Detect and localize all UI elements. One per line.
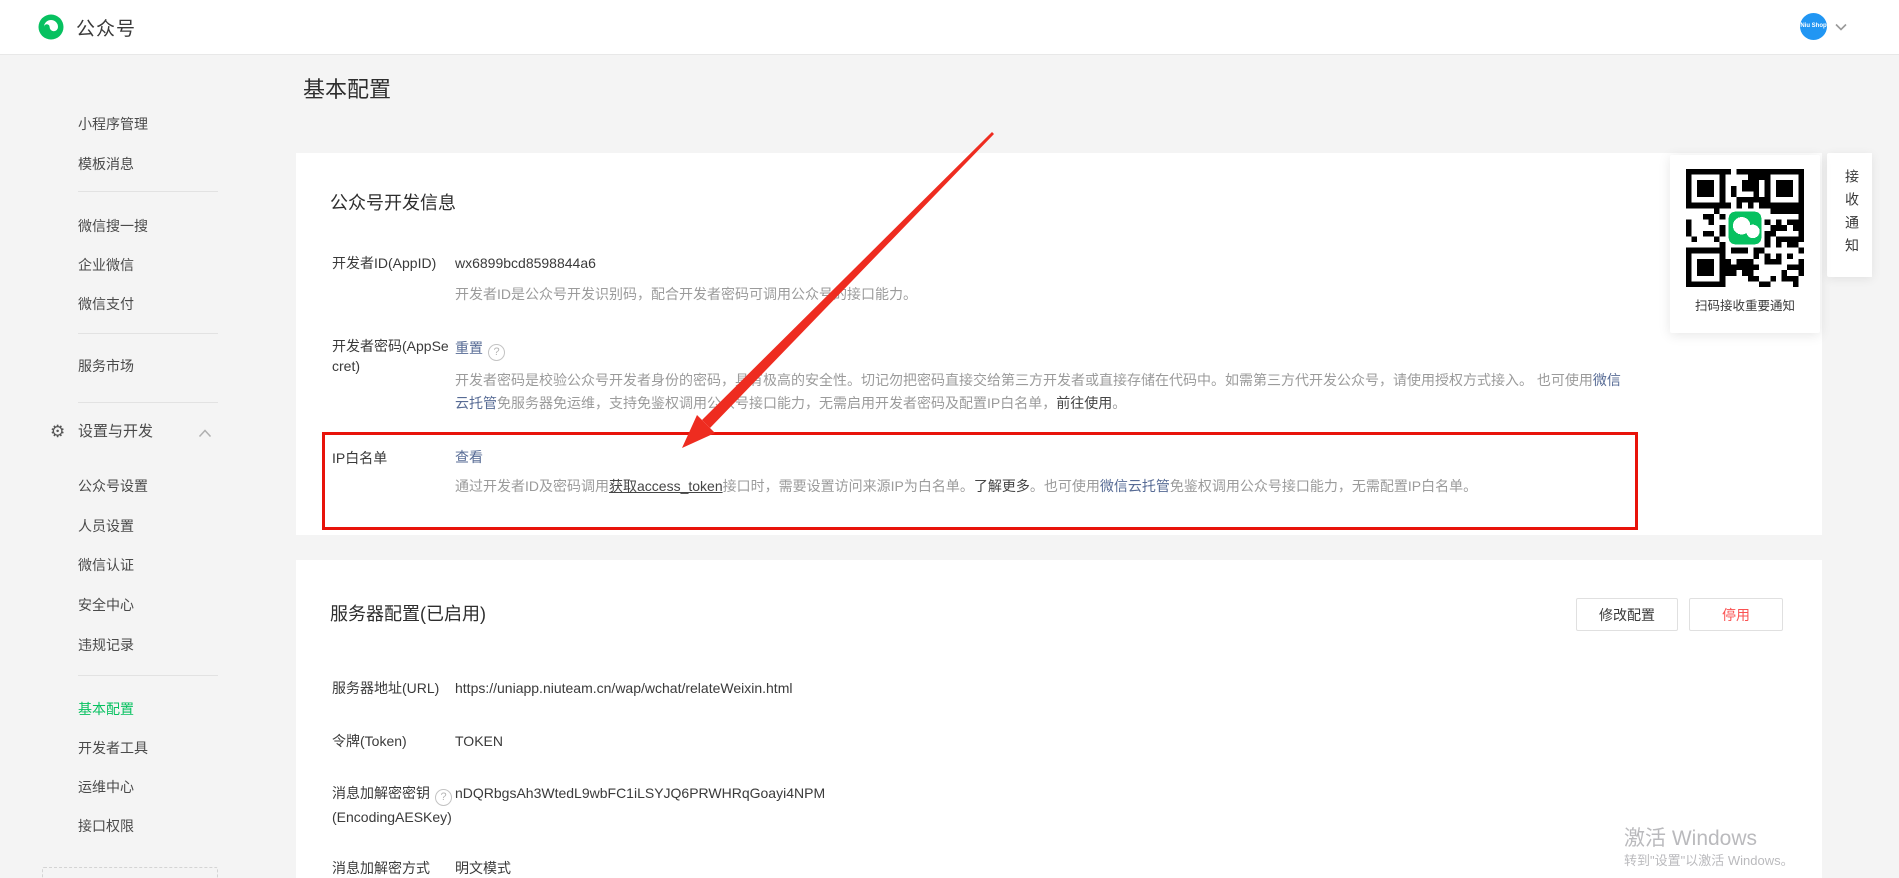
sidebar-item-dev-tools[interactable]: 开发者工具	[78, 738, 148, 758]
appsecret-desc-text2: 免服务器免运维，支持免鉴权调用公众号接口能力，无需启用开发者密码及配置IP白名单…	[497, 395, 1056, 411]
sidebar-item-security-center[interactable]: 安全中心	[78, 595, 134, 615]
appid-label: 开发者ID(AppID)	[332, 253, 436, 273]
appid-value: wx6899bcd8598844a6	[455, 253, 596, 273]
ip-whitelist-desc: 通过开发者ID及密码调用获取access_token接口时，需要设置访问来源IP…	[455, 475, 1715, 498]
aes-key-label-text: 消息加解密密钥	[332, 785, 430, 801]
appsecret-desc-text: 开发者密码是校验公众号开发者身份的密码，具有极高的安全性。切记勿把密码直接交给第…	[455, 372, 1593, 388]
sidebar-item-service-market[interactable]: 服务市场	[78, 356, 134, 376]
help-icon[interactable]: ?	[488, 344, 505, 361]
sidebar-divider	[78, 675, 218, 676]
sidebar-item-search[interactable]: 微信搜一搜	[78, 216, 148, 236]
server-config-heading: 服务器配置(已启用)	[330, 600, 486, 626]
token-value: TOKEN	[455, 731, 503, 751]
qr-caption: 扫码接收重要通知	[1670, 295, 1820, 314]
screen: 公众号 Niu Shop 小程序管理 模板消息 微信搜一搜 企业微信 微信支付 …	[0, 0, 1899, 878]
sidebar: 小程序管理 模板消息 微信搜一搜 企业微信 微信支付 服务市场 ⚙ 设置与开发 …	[0, 54, 286, 878]
avatar[interactable]: Niu Shop	[1800, 13, 1827, 40]
wechat-mp-logo[interactable]: 公众号	[36, 12, 136, 42]
aes-key-label-line2: (EncodingAESKey)	[332, 807, 452, 827]
appid-desc: 开发者ID是公众号开发识别码，配合开发者密码可调用公众号的接口能力。	[455, 283, 917, 306]
sidebar-divider	[78, 333, 218, 334]
sidebar-item-api-permission[interactable]: 接口权限	[78, 816, 134, 836]
aes-key-value: nDQRbgsAh3WtedL9wbFC1iLSYJQ6PRWHRqGoayi4…	[455, 783, 825, 803]
sidebar-item-verification[interactable]: 微信认证	[78, 555, 134, 575]
server-config-card: 服务器配置(已启用) 修改配置 停用 服务器地址(URL) https://un…	[296, 560, 1822, 878]
encrypt-mode-label: 消息加解密方式	[332, 858, 430, 878]
ip-desc-text1: 通过开发者ID及密码调用	[455, 478, 609, 494]
sidebar-item-violation-record[interactable]: 违规记录	[78, 635, 134, 655]
sidebar-item-account-settings[interactable]: 公众号设置	[78, 476, 148, 496]
reset-link[interactable]: 重置	[455, 340, 483, 356]
dev-info-heading: 公众号开发信息	[330, 189, 456, 215]
access-token-link[interactable]: 获取access_token	[609, 478, 723, 494]
notify-tab[interactable]: 接收通知	[1827, 153, 1872, 277]
ip-whitelist-label: IP白名单	[332, 448, 387, 468]
appsecret-desc-period: 。	[1112, 395, 1126, 411]
goto-use-link[interactable]: 前往使用	[1056, 395, 1112, 411]
server-url-label: 服务器地址(URL)	[332, 678, 439, 698]
brand-title: 公众号	[76, 14, 136, 41]
sidebar-item-wepay[interactable]: 微信支付	[78, 294, 134, 314]
ip-desc-text4: 免鉴权调用公众号接口能力，无需配置IP白名单。	[1170, 478, 1477, 494]
ip-desc-text3: 。也可使用	[1030, 478, 1100, 494]
account-menu[interactable]: Niu Shop	[1800, 13, 1847, 40]
chevron-down-icon	[1835, 23, 1847, 31]
sidebar-item-staff-settings[interactable]: 人员设置	[78, 516, 134, 536]
sidebar-divider	[78, 191, 218, 192]
modify-config-button[interactable]: 修改配置	[1576, 598, 1678, 631]
sidebar-item-template-msg[interactable]: 模板消息	[78, 154, 134, 174]
new-feature-button[interactable]: + 新的功能	[42, 867, 218, 878]
wechat-swirl-icon	[36, 12, 66, 42]
encrypt-mode-value: 明文模式	[455, 858, 511, 878]
token-label: 令牌(Token)	[332, 731, 407, 751]
sidebar-item-ops-center[interactable]: 运维中心	[78, 777, 134, 797]
sidebar-item-miniprogram[interactable]: 小程序管理	[78, 114, 148, 134]
sidebar-group-settings-dev[interactable]: 设置与开发	[78, 422, 153, 442]
appsecret-desc: 开发者密码是校验公众号开发者身份的密码，具有极高的安全性。切记勿把密码直接交给第…	[455, 369, 1625, 415]
appsecret-label: 开发者密码(AppSecret)	[332, 336, 454, 376]
help-icon[interactable]: ?	[435, 789, 452, 806]
chevron-up-icon[interactable]	[198, 429, 212, 438]
view-link[interactable]: 查看	[455, 449, 483, 465]
sidebar-divider	[78, 402, 218, 403]
ip-cloud-hosting-link[interactable]: 微信云托管	[1100, 478, 1170, 494]
sidebar-item-basic-config[interactable]: 基本配置	[78, 699, 134, 719]
page-title: 基本配置	[303, 72, 391, 104]
top-header: 公众号 Niu Shop	[0, 0, 1899, 55]
learn-more-link[interactable]: 了解更多	[974, 478, 1030, 494]
notify-tab-label: 接收通知	[1842, 169, 1862, 261]
dev-info-card: 公众号开发信息 开发者ID(AppID) wx6899bcd8598844a6 …	[296, 153, 1822, 535]
appsecret-actions: 重置?	[455, 338, 505, 361]
ip-whitelist-actions: 查看	[455, 447, 483, 467]
qr-code	[1686, 169, 1804, 287]
disable-button[interactable]: 停用	[1689, 598, 1783, 631]
notify-qr-card: 扫码接收重要通知	[1670, 155, 1820, 333]
sidebar-item-wework[interactable]: 企业微信	[78, 255, 134, 275]
gear-icon: ⚙	[50, 422, 65, 442]
aes-key-label: 消息加解密密钥?	[332, 783, 452, 806]
server-url-value: https://uniapp.niuteam.cn/wap/wchat/rela…	[455, 678, 792, 698]
ip-desc-text2: 接口时，需要设置访问来源IP为白名单。	[723, 478, 974, 494]
